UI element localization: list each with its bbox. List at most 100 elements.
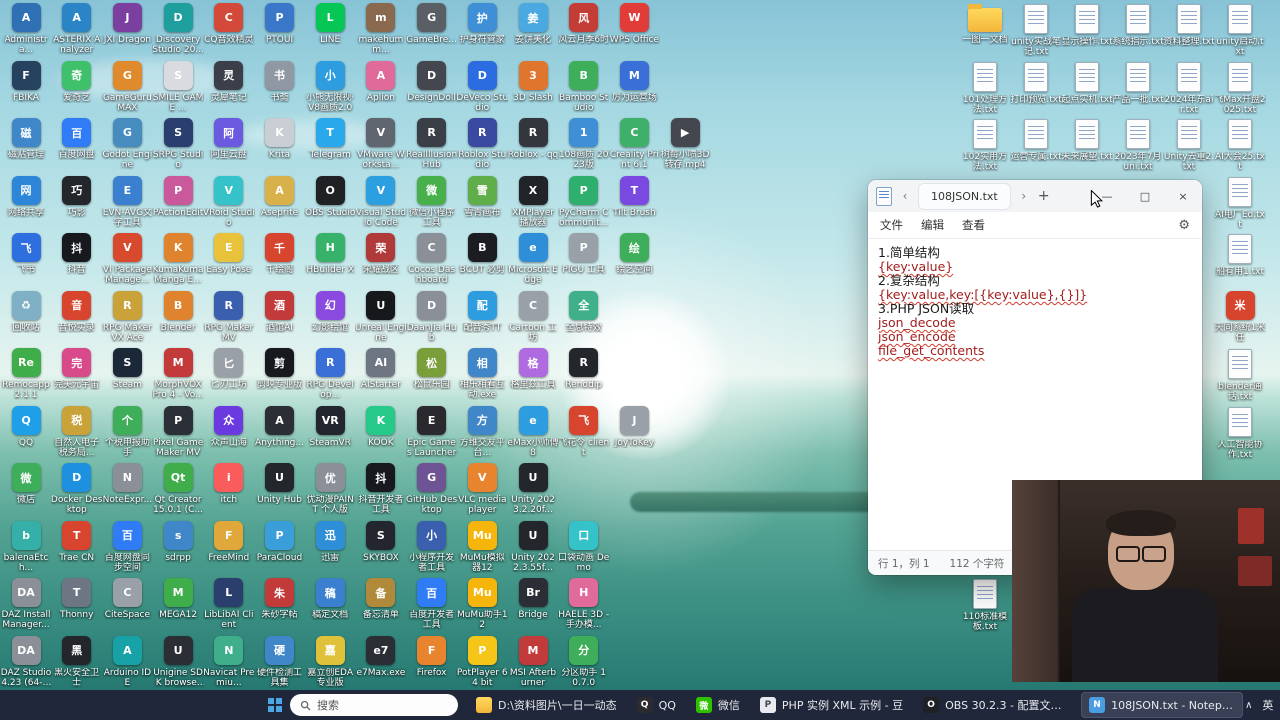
desktop-icon[interactable]: 稿稿定文档 — [305, 578, 355, 633]
desktop-icon[interactable]: D Docker Desktop — [51, 463, 102, 518]
desktop-icon[interactable]: C CiteSpace — [102, 578, 152, 633]
desktop-icon[interactable]: 网网络共享 — [1, 175, 51, 231]
desktop-icon[interactable]: T Thonny — [52, 578, 102, 633]
desktop-icon[interactable]: S Steam — [102, 348, 152, 403]
desktop-icon[interactable]: N NoteExpr... — [102, 463, 152, 518]
desktop-icon[interactable]: E Epic Games Launcher — [407, 405, 457, 461]
desktop-icon[interactable]: Re Remocapp 2.1.1 — [1, 348, 51, 403]
desktop-icon[interactable]: Mu MuMu助手12 — [457, 578, 508, 633]
desktop-icon[interactable]: A Administra... — [1, 3, 51, 58]
desktop-icon[interactable]: ♻ 回收站 — [1, 290, 51, 346]
desktop-icon[interactable]: U Unity 2022.3.55f... — [508, 520, 558, 576]
desktop-icon[interactable]: 全全息特效 — [559, 290, 609, 346]
desktop-icon[interactable]: G GitHub Desktop — [406, 463, 457, 518]
desktop-icon[interactable]: Br Bridge — [508, 578, 558, 633]
desktop-icon[interactable]: H HBuilder X — [305, 233, 355, 288]
desktop-icon[interactable]: R Renddip — [559, 348, 609, 403]
desktop-icon[interactable]: F Firefox — [407, 635, 457, 691]
desktop-icon[interactable]: 奇爱奇艺 — [52, 60, 102, 116]
desktop-icon[interactable]: 百百度网盘同步空间 — [102, 520, 152, 576]
desktop-icon[interactable]: P PyCharm Communit... — [559, 175, 609, 231]
desktop-icon[interactable]: 小小熊无限视·V8画质2.0 — [305, 60, 355, 116]
desktop-icon[interactable]: unity启动.txt — [1215, 3, 1265, 58]
desktop-icon[interactable]: K KumaKuma Manga E... — [153, 233, 204, 288]
desktop-icon[interactable]: R RPG Maker MV — [204, 290, 254, 346]
desktop-icon[interactable]: 绘绘艺空间 — [609, 233, 659, 288]
desktop-icon[interactable]: 风风云月季6时 — [558, 3, 609, 58]
desktop-icon[interactable]: S SRPG Studio — [153, 118, 203, 173]
desktop-icon[interactable]: 格格里兹工具 — [508, 348, 558, 403]
desktop-icon[interactable]: 方方维交友平台... — [457, 405, 507, 461]
menu-edit[interactable]: 编辑 — [921, 217, 944, 233]
desktop-icon[interactable]: e eMax小师傅 8 — [507, 405, 559, 461]
desktop-icon[interactable]: unity实战笔记.txt — [1011, 3, 1061, 58]
desktop-icon[interactable]: 打印预览.txt — [1010, 61, 1062, 116]
tab-scroll-right-icon[interactable]: › — [1015, 189, 1033, 203]
desktop-icon[interactable]: 米天同系统1米任 — [1215, 290, 1265, 346]
menu-file[interactable]: 文件 — [880, 217, 903, 233]
desktop-icon[interactable]: A Arduino IDE — [102, 635, 152, 691]
desktop-icon[interactable]: G GameBre... — [406, 3, 457, 58]
desktop-icon[interactable]: 嘉嘉立创EDA 专业版 — [305, 635, 355, 691]
desktop-icon[interactable]: 配配音秀TT — [457, 290, 507, 346]
taskbar-item[interactable]: 微微信 — [688, 692, 748, 718]
desktop-icon[interactable]: 一图一文档 — [960, 3, 1010, 58]
desktop-icon[interactable]: R Roblox Studio — [457, 118, 507, 173]
desktop-icon[interactable]: F FBIKA — [1, 60, 51, 116]
desktop-icon[interactable]: m makehumm... — [356, 3, 406, 58]
taskbar-search[interactable]: 搜索 — [290, 694, 458, 716]
desktop-icon[interactable]: 众众声山海 — [204, 405, 254, 461]
new-tab-button[interactable]: + — [1033, 188, 1055, 204]
desktop-icon[interactable]: E Easy Pose — [204, 233, 254, 288]
desktop-icon[interactable]: 110标准模板.txt — [960, 578, 1010, 633]
desktop-icon[interactable]: 音音悦实录 — [52, 290, 102, 346]
desktop-icon[interactable]: T Tilt Brush — [609, 175, 659, 231]
desktop-icon[interactable]: 未来展望.txt — [1061, 118, 1113, 173]
desktop-icon[interactable]: K KOOK — [356, 405, 406, 461]
desktop-icon[interactable]: G GameGuru MAX — [102, 60, 152, 116]
desktop-icon[interactable]: 人工智能协作.txt — [1215, 406, 1265, 461]
desktop-icon[interactable]: J JoyToKey — [609, 405, 659, 461]
desktop-icon[interactable]: 千千绘阁 — [255, 233, 305, 288]
close-button[interactable]: × — [1164, 180, 1202, 212]
desktop-icon[interactable]: 迅迅雷 — [305, 520, 355, 576]
desktop-icon[interactable]: 船有用1.txt — [1215, 233, 1265, 288]
desktop-icon[interactable]: D DaanJia Hub — [407, 290, 457, 346]
desktop-icon[interactable]: DA DAZ Install Manager... — [1, 578, 51, 633]
desktop-icon[interactable]: 微微信小程序工具 — [407, 175, 457, 231]
desktop-icon[interactable]: 百百度开发者工具 — [407, 578, 457, 633]
tab-108json[interactable]: 108JSON.txt — [918, 182, 1011, 210]
desktop-icon[interactable]: 抖抖音 — [52, 233, 102, 288]
desktop-icon[interactable]: M MEGA12 — [153, 578, 203, 633]
start-button[interactable] — [268, 690, 282, 720]
desktop-icon[interactable]: 102实用方法.txt — [960, 118, 1010, 173]
desktop-icon[interactable]: V VI Package Manage... — [102, 233, 152, 288]
desktop-icon[interactable]: T Telegram — [305, 118, 355, 173]
desktop-icon[interactable]: C Creality Print 6.1 — [609, 118, 659, 173]
desktop-icon[interactable]: U Unreal Engine — [355, 290, 407, 346]
desktop-icon[interactable]: B Bamboo Studio — [559, 60, 609, 116]
desktop-icon[interactable]: S SKYBOX — [356, 520, 406, 576]
desktop-icon[interactable]: R RPG Maker VX Ace — [102, 290, 152, 346]
desktop-icon[interactable]: blender通话.txt — [1215, 348, 1265, 403]
desktop-icon[interactable]: A Anything... — [255, 405, 305, 461]
desktop-icon[interactable]: 资料整理.txt — [1163, 3, 1215, 58]
taskbar-item[interactable]: D:\资料图片\一日一动态 — [468, 692, 625, 718]
desktop-icon[interactable]: H HAELE 3D - 手办模... — [558, 578, 609, 633]
desktop-icon[interactable]: 完完美元宇宙 — [52, 348, 102, 403]
desktop-icon[interactable]: 朱朱砂字帖 — [255, 578, 305, 633]
desktop-icon[interactable]: A ASTERIX Analyzer — [52, 3, 102, 58]
desktop-icon[interactable]: A Aplion — [356, 60, 406, 116]
desktop-icon[interactable]: 微微店 — [1, 463, 51, 518]
desktop-icon[interactable]: F FreeMind — [204, 520, 254, 576]
desktop-icon[interactable]: 系统指示.txt — [1112, 3, 1164, 58]
desktop-icon[interactable]: Q QQ — [1, 405, 51, 461]
desktop-icon[interactable]: DADAZ Studio 4.23 (64-bit) — [1, 635, 51, 691]
desktop-icon[interactable]: 松松鼠乐园 — [407, 348, 457, 403]
desktop-icon[interactable]: 阿阿里云盘 — [204, 118, 254, 173]
desktop-icon[interactable]: i itch — [204, 463, 254, 518]
desktop-icon[interactable]: P Pixel Game Maker MV — [153, 405, 203, 461]
desktop-icon[interactable]: V VMware Worksta... — [356, 118, 406, 173]
desktop-icon[interactable]: Mu MuMu模拟器12 — [457, 520, 507, 576]
desktop-icon[interactable]: 抖抖音开发者工具 — [356, 463, 406, 518]
